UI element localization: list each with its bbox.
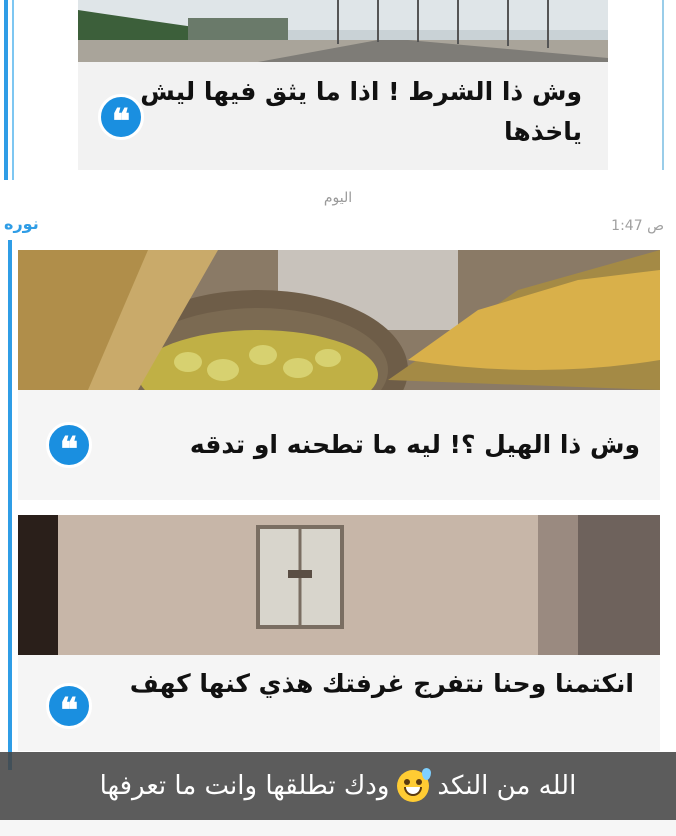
thread-rail-right bbox=[662, 0, 664, 170]
bottom-strip bbox=[0, 820, 676, 836]
message-caption: وش ذا الشرط ! اذا ما يثق فيها ليش ياخذها bbox=[140, 77, 582, 146]
caption-after-emoji: ودك تطلقها وانت ما تعرفها bbox=[99, 771, 390, 801]
quote-icon[interactable]: ❝ bbox=[46, 422, 92, 468]
thread-rail-inner bbox=[12, 0, 14, 180]
cardamom-photo bbox=[18, 250, 660, 390]
day-divider: اليوم bbox=[323, 190, 353, 206]
quote-icon[interactable]: ❝ bbox=[98, 94, 144, 140]
story-caption-bar: الله من النكد ودك تطلقها وانت ما تعرفها bbox=[0, 752, 676, 820]
grinning-sweat-emoji-icon bbox=[397, 768, 432, 802]
message-time: 1:47 ص bbox=[611, 218, 664, 234]
message-caption: وش ذا الهيل ؟! ليه ما تطحنه او تدقه bbox=[18, 390, 660, 500]
quote-icon[interactable]: ❝ bbox=[46, 683, 92, 729]
caption-before-emoji: الله من النكد bbox=[437, 771, 577, 801]
message-card-2[interactable]: وش ذا الهيل ؟! ليه ما تطحنه او تدقه ❝ bbox=[18, 250, 660, 500]
message-card-3[interactable]: انكتمنا وحنا نتفرج غرفتك هذي كنها كهف ❝ bbox=[18, 515, 660, 751]
message-caption: انكتمنا وحنا نتفرج غرفتك هذي كنها كهف bbox=[18, 655, 660, 751]
room-photo bbox=[18, 515, 660, 655]
sender-name[interactable]: نوره bbox=[4, 214, 39, 233]
thread-rail bbox=[4, 0, 8, 180]
message-card-1[interactable]: وش ذا الشرط ! اذا ما يثق فيها ليش ياخذها… bbox=[78, 0, 608, 170]
road-photo bbox=[78, 0, 608, 62]
thread-rail-2 bbox=[8, 240, 12, 770]
